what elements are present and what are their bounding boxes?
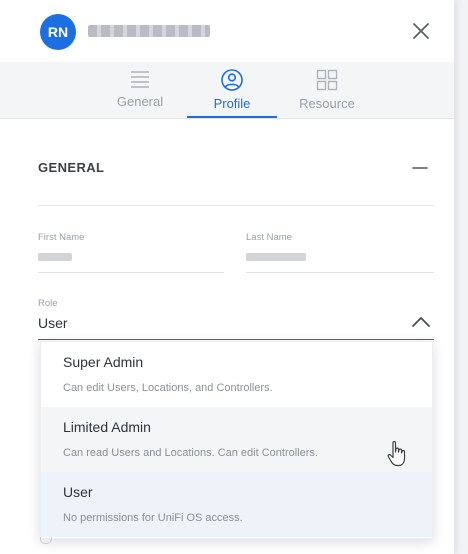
first-name-field[interactable] <box>38 253 72 261</box>
role-option-super-admin[interactable]: Super Admin Can edit Users, Locations, a… <box>41 342 432 407</box>
tab-profile[interactable]: Profile <box>187 62 277 118</box>
user-detail-panel: RN General Profile Resource GENERAL Firs… <box>0 0 455 554</box>
avatar: RN <box>40 14 76 50</box>
role-option-title: Limited Admin <box>63 419 151 435</box>
list-icon <box>131 71 149 88</box>
first-name-underline <box>38 272 224 273</box>
role-option-title: Super Admin <box>63 354 144 370</box>
role-select[interactable]: User <box>38 315 68 331</box>
last-name-field[interactable] <box>246 253 306 261</box>
role-option-description: Can read Users and Locations. Can edit C… <box>63 447 318 459</box>
role-underline <box>38 339 434 340</box>
first-name-label: First Name <box>38 232 85 243</box>
tab-general-label: General <box>116 94 164 109</box>
role-option-description: No permissions for UniFi OS access. <box>63 512 243 524</box>
role-label: Role <box>38 298 58 309</box>
grid-icon <box>316 69 338 91</box>
role-dropdown-menu: Super Admin Can edit Users, Locations, a… <box>40 341 433 539</box>
last-name-underline <box>246 272 434 273</box>
tab-general[interactable]: General <box>95 62 185 118</box>
tab-profile-label: Profile <box>213 96 251 111</box>
role-option-description: Can edit Users, Locations, and Controlle… <box>63 382 273 394</box>
section-title: GENERAL <box>38 160 105 175</box>
tab-bar: General Profile Resource <box>0 62 454 119</box>
user-circle-icon <box>221 69 243 91</box>
role-option-user[interactable]: User No permissions for UniFi OS access. <box>41 472 432 537</box>
collapse-button[interactable] <box>410 158 430 178</box>
hand-pointer-cursor-icon <box>387 441 406 467</box>
panel-header: RN <box>0 0 454 62</box>
last-name-label: Last Name <box>246 232 292 243</box>
role-select-toggle[interactable] <box>410 314 432 330</box>
user-name-blurred <box>88 25 210 37</box>
close-icon <box>413 23 429 39</box>
tab-resource[interactable]: Resource <box>282 62 372 118</box>
role-option-limited-admin[interactable]: Limited Admin Can read Users and Locatio… <box>41 407 432 472</box>
close-button[interactable] <box>406 16 436 46</box>
chevron-up-icon <box>412 317 430 327</box>
section-divider <box>38 205 434 206</box>
role-option-title: User <box>63 484 93 500</box>
tab-resource-label: Resource <box>299 96 355 111</box>
minus-icon <box>412 167 428 169</box>
radio-peek <box>40 537 52 544</box>
